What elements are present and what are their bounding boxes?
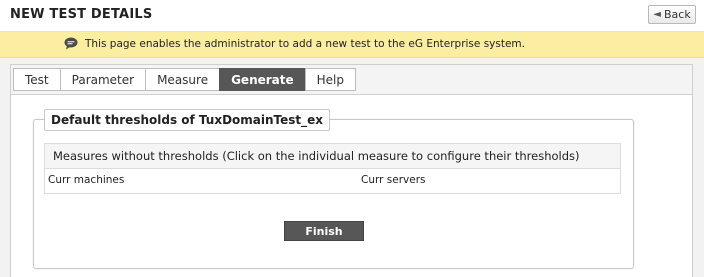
measures-without-thresholds-header: Measures without thresholds (Click on th… (44, 143, 621, 169)
tab-strip: Test Parameter Measure Generate Help (11, 65, 692, 95)
back-button-label: Back (663, 8, 691, 21)
tab-help[interactable]: Help (304, 68, 356, 91)
tab-list: Test Parameter Measure Generate Help (13, 68, 356, 91)
measure-curr-servers[interactable]: Curr servers (361, 174, 425, 186)
back-arrow-icon: ◄ (653, 8, 661, 20)
page-header: NEW TEST DETAILS ◄ Back (0, 0, 704, 32)
tab-measure[interactable]: Measure (145, 68, 221, 91)
default-thresholds-fieldset: Default thresholds of TuxDomainTest_ex M… (33, 109, 634, 269)
back-button[interactable]: ◄ Back (648, 5, 696, 24)
fieldset-legend: Default thresholds of TuxDomainTest_ex (44, 109, 331, 131)
page-title: NEW TEST DETAILS (10, 7, 153, 22)
finish-button[interactable]: Finish (284, 221, 364, 241)
measure-curr-machines[interactable]: Curr machines (48, 174, 124, 186)
info-bar: This page enables the administrator to a… (0, 32, 704, 58)
speech-bubble-icon (64, 37, 78, 50)
tab-parameter[interactable]: Parameter (59, 68, 147, 91)
tab-test[interactable]: Test (13, 68, 61, 91)
measures-row: Curr machines Curr servers (44, 169, 621, 194)
content-panel: Test Parameter Measure Generate Help Def… (10, 64, 693, 277)
info-message: This page enables the administrator to a… (85, 38, 526, 50)
tab-generate[interactable]: Generate (219, 68, 306, 91)
